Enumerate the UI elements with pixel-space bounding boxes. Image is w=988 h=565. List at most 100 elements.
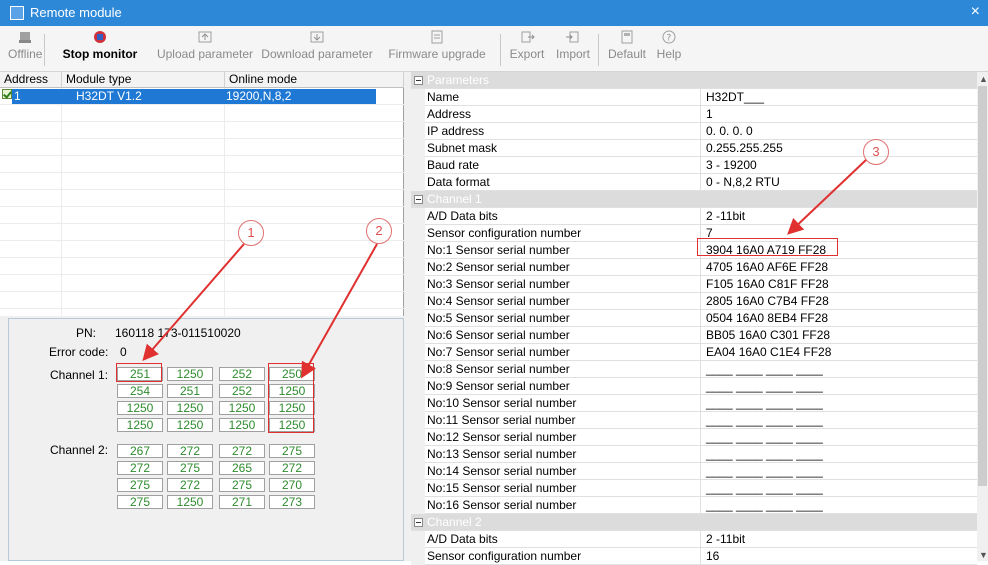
prop-value[interactable]: 0.255.255.255 xyxy=(706,140,783,156)
prop-value[interactable]: 4705 16A0 AF6E FF28 xyxy=(706,259,828,275)
vertical-scrollbar[interactable]: ▲ ▼ xyxy=(977,72,988,561)
channel1-label: Channel 1: xyxy=(50,368,109,382)
prop-sensor-serial[interactable]: No:3 Sensor serial number F105 16A0 C81F … xyxy=(411,276,977,293)
prop-value[interactable]: ____ ____ ____ ____ xyxy=(706,446,823,462)
prop-name[interactable]: Name H32DT___ xyxy=(411,89,977,106)
scroll-up-icon[interactable]: ▲ xyxy=(979,74,988,84)
channel2-value-cell: 272 xyxy=(219,444,265,458)
prop-value[interactable]: ____ ____ ____ ____ xyxy=(706,429,823,445)
column-header-online-mode[interactable]: Online mode xyxy=(225,72,404,88)
prop-value[interactable]: ____ ____ ____ ____ xyxy=(706,480,823,496)
pn-label: PN: xyxy=(76,326,97,340)
prop-format[interactable]: Data format 0 - N,8,2 RTU xyxy=(411,174,977,191)
prop-value[interactable]: F105 16A0 C81F FF28 xyxy=(706,276,829,292)
collapse-icon[interactable] xyxy=(414,76,423,85)
category-parameters[interactable]: Parameters xyxy=(411,72,977,89)
prop-value[interactable]: 0504 16A0 8EB4 FF28 xyxy=(706,310,828,326)
prop-value[interactable]: 16 xyxy=(706,548,719,564)
prop-sensor-serial[interactable]: No:13 Sensor serial number ____ ____ ____… xyxy=(411,446,977,463)
prop-value[interactable]: 2805 16A0 C7B4 FF28 xyxy=(706,293,829,309)
row-gutter xyxy=(411,446,425,463)
prop-sensor-serial[interactable]: No:12 Sensor serial number ____ ____ ____… xyxy=(411,429,977,446)
prop-sensor-serial[interactable]: No:8 Sensor serial number ____ ____ ____ … xyxy=(411,361,977,378)
scroll-down-icon[interactable]: ▼ xyxy=(979,550,988,560)
prop-sensor-serial[interactable]: No:10 Sensor serial number ____ ____ ____… xyxy=(411,395,977,412)
channel2-value-cell: 275 xyxy=(219,478,265,492)
column-divider xyxy=(700,208,701,225)
close-icon[interactable]: × xyxy=(971,3,980,21)
prop-value[interactable]: EA04 16A0 C1E4 FF28 xyxy=(706,344,831,360)
prop-ip[interactable]: IP address 0. 0. 0. 0 xyxy=(411,123,977,140)
collapse-icon[interactable] xyxy=(414,195,423,204)
prop-value[interactable]: BB05 16A0 C301 FF28 xyxy=(706,327,830,343)
prop-baud[interactable]: Baud rate 3 - 19200 xyxy=(411,157,977,174)
prop-value[interactable]: ____ ____ ____ ____ xyxy=(706,497,823,513)
prop-sensor-serial[interactable]: No:14 Sensor serial number ____ ____ ____… xyxy=(411,463,977,480)
prop-value[interactable]: 2 -11bit xyxy=(706,208,745,224)
column-divider xyxy=(700,123,701,140)
prop-label: Channel 1 xyxy=(427,192,482,206)
column-header-address[interactable]: Address xyxy=(0,72,62,88)
prop-label: No:7 Sensor serial number xyxy=(427,345,570,359)
prop-value[interactable]: ____ ____ ____ ____ xyxy=(706,412,823,428)
column-divider xyxy=(700,327,701,344)
prop-sensor-serial[interactable]: No:15 Sensor serial number ____ ____ ____… xyxy=(411,480,977,497)
prop-value[interactable]: 2 -11bit xyxy=(706,531,745,547)
prop-value[interactable]: 1 xyxy=(706,106,713,122)
row-gutter xyxy=(411,497,425,514)
category-channel2[interactable]: Channel 2 xyxy=(411,514,977,531)
collapse-icon[interactable] xyxy=(414,518,423,527)
prop-sensor-serial[interactable]: No:2 Sensor serial number 4705 16A0 AF6E … xyxy=(411,259,977,276)
toolbar-separator xyxy=(598,34,599,66)
prop-value[interactable]: 0 - N,8,2 RTU xyxy=(706,174,780,190)
row-gutter xyxy=(411,429,425,446)
upload-parameter-button[interactable]: Upload parameter xyxy=(154,30,256,70)
row-gutter xyxy=(411,242,425,259)
channel1-value-cell: 1250 xyxy=(167,418,213,432)
export-icon xyxy=(521,31,535,43)
help-button[interactable]: ? Help xyxy=(652,30,686,70)
column-divider xyxy=(700,429,701,446)
prop-value[interactable]: H32DT___ xyxy=(706,89,764,105)
prop-sensor-serial[interactable]: No:16 Sensor serial number ____ ____ ____… xyxy=(411,497,977,514)
device-checkbox[interactable] xyxy=(2,89,12,99)
prop-sensor-serial[interactable]: No:7 Sensor serial number EA04 16A0 C1E4 … xyxy=(411,344,977,361)
offline-button[interactable]: Offline xyxy=(8,30,42,70)
annotation-circle-1: 1 xyxy=(238,220,264,246)
prop-value[interactable]: ____ ____ ____ ____ xyxy=(706,361,823,377)
device-row-selected[interactable]: 1 H32DT V1.2 19200,N,8,2 xyxy=(12,89,376,104)
row-gutter xyxy=(411,327,425,344)
export-button[interactable]: Export xyxy=(506,30,548,70)
stop-monitor-button[interactable]: Stop monitor xyxy=(48,30,152,70)
prop-sensor-serial[interactable]: No:11 Sensor serial number ____ ____ ____… xyxy=(411,412,977,429)
channel2-label: Channel 2: xyxy=(50,443,109,457)
prop-subnet[interactable]: Subnet mask 0.255.255.255 xyxy=(411,140,977,157)
prop-sensor-serial[interactable]: No:5 Sensor serial number 0504 16A0 8EB4 … xyxy=(411,310,977,327)
prop-sensor-serial[interactable]: No:1 Sensor serial number 3904 16A0 A719 … xyxy=(411,242,977,259)
default-button[interactable]: Default xyxy=(604,30,650,70)
import-button[interactable]: Import xyxy=(552,30,594,70)
scroll-thumb[interactable] xyxy=(978,86,987,486)
prop-sensor-serial[interactable]: No:9 Sensor serial number ____ ____ ____ … xyxy=(411,378,977,395)
prop-sensor-serial[interactable]: No:4 Sensor serial number 2805 16A0 C7B4 … xyxy=(411,293,977,310)
download-parameter-button[interactable]: Download parameter xyxy=(258,30,376,70)
prop-value[interactable]: ____ ____ ____ ____ xyxy=(706,395,823,411)
firmware-upgrade-button[interactable]: Firmware upgrade xyxy=(378,30,496,70)
prop-ch1-sensor-config[interactable]: Sensor configuration number 7 xyxy=(411,225,977,242)
row-gutter xyxy=(411,344,425,361)
prop-address[interactable]: Address 1 xyxy=(411,106,977,123)
prop-ch2-sensor-config[interactable]: Sensor configuration number 16 xyxy=(411,548,977,565)
prop-label: Name xyxy=(427,90,460,104)
category-channel1[interactable]: Channel 1 xyxy=(411,191,977,208)
column-header-module-type[interactable]: Module type xyxy=(62,72,225,88)
annotation-box-3 xyxy=(697,238,838,256)
prop-ch2-ad-bits[interactable]: A/D Data bits 2 -11bit xyxy=(411,531,977,548)
prop-value[interactable]: 3 - 19200 xyxy=(706,157,757,173)
channel2-value-cell: 275 xyxy=(167,461,213,475)
prop-value[interactable]: ____ ____ ____ ____ xyxy=(706,463,823,479)
channel1-value-cell: 251 xyxy=(167,384,213,398)
prop-sensor-serial[interactable]: No:6 Sensor serial number BB05 16A0 C301 … xyxy=(411,327,977,344)
prop-value[interactable]: 0. 0. 0. 0 xyxy=(706,123,753,139)
prop-ch1-ad-bits[interactable]: A/D Data bits 2 -11bit xyxy=(411,208,977,225)
prop-value[interactable]: ____ ____ ____ ____ xyxy=(706,378,823,394)
